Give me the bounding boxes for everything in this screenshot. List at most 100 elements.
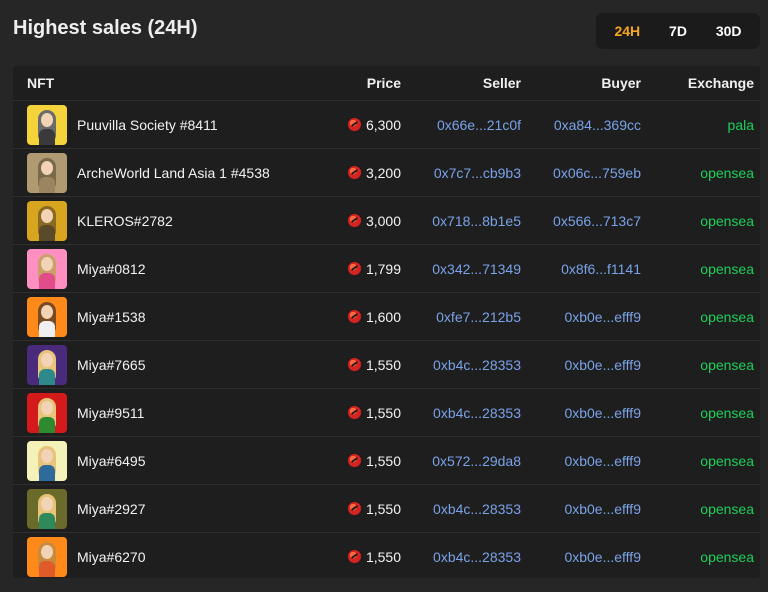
thumb-figure-head [41, 208, 53, 223]
buyer-address[interactable]: 0xb0e...efff9 [521, 501, 641, 517]
nft-thumbnail[interactable] [27, 440, 67, 481]
nft-name[interactable]: Miya#0812 [77, 261, 146, 277]
thumb-figure-head [41, 256, 53, 271]
thumb-figure-body [39, 128, 55, 145]
table-row[interactable]: KLEROS#2782 3,000 0x718...8b1e5 0x566...… [13, 197, 760, 245]
buyer-address[interactable]: 0x566...713c7 [521, 213, 641, 229]
token-icon [347, 310, 361, 323]
buyer-address[interactable]: 0xb0e...efff9 [521, 309, 641, 325]
seller-address[interactable]: 0x342...71349 [401, 261, 521, 277]
seller-address[interactable]: 0x66e...21c0f [401, 117, 521, 133]
thumb-figure-body [39, 512, 55, 529]
nft-cell: Miya#6270 [27, 536, 337, 577]
buyer-address[interactable]: 0xb0e...efff9 [521, 453, 641, 469]
nft-name[interactable]: Miya#7665 [77, 357, 146, 373]
column-header-price[interactable]: Price [337, 75, 401, 91]
thumb-figure-body [39, 272, 55, 289]
seller-address[interactable]: 0xb4c...28353 [401, 405, 521, 421]
nft-thumbnail[interactable] [27, 392, 67, 433]
exchange-name[interactable]: opensea [641, 261, 754, 277]
thumb-figure-head [41, 544, 53, 559]
page-title: Highest sales (24H) [13, 17, 198, 39]
exchange-name[interactable]: opensea [641, 501, 754, 517]
nft-thumbnail[interactable] [27, 488, 67, 529]
column-header-exchange[interactable]: Exchange [641, 75, 754, 91]
table-row[interactable]: Miya#6495 1,550 0x572...29da8 0xb0e...ef… [13, 437, 760, 485]
token-icon [347, 166, 361, 179]
buyer-address[interactable]: 0xb0e...efff9 [521, 405, 641, 421]
token-icon [347, 550, 361, 563]
column-header-seller[interactable]: Seller [401, 75, 521, 91]
table-header: NFT Price Seller Buyer Exchange [13, 66, 760, 101]
nft-name[interactable]: Miya#2927 [77, 501, 146, 517]
seller-address[interactable]: 0xb4c...28353 [401, 501, 521, 517]
nft-thumbnail[interactable] [27, 104, 67, 145]
sales-table: NFT Price Seller Buyer Exchange Puuvilla… [13, 66, 760, 578]
nft-name[interactable]: Miya#9511 [77, 405, 144, 421]
price-value: 1,550 [365, 452, 401, 469]
column-header-nft[interactable]: NFT [27, 75, 337, 91]
table-row[interactable]: Miya#9511 1,550 0xb4c...28353 0xb0e...ef… [13, 389, 760, 437]
buyer-address[interactable]: 0xb0e...efff9 [521, 549, 641, 565]
nft-cell: Miya#7665 [27, 344, 337, 385]
exchange-name[interactable]: opensea [641, 549, 754, 565]
nft-name[interactable]: KLEROS#2782 [77, 213, 173, 229]
buyer-address[interactable]: 0x8f6...f1141 [521, 261, 641, 277]
price-value: 1,550 [365, 548, 401, 565]
exchange-name[interactable]: opensea [641, 357, 754, 373]
seller-address[interactable]: 0xb4c...28353 [401, 357, 521, 373]
buyer-address[interactable]: 0x06c...759eb [521, 165, 641, 181]
buyer-address[interactable]: 0xb0e...efff9 [521, 357, 641, 373]
nft-name[interactable]: Miya#6270 [77, 549, 146, 565]
exchange-name[interactable]: opensea [641, 453, 754, 469]
table-row[interactable]: Miya#1538 1,600 0xfe7...212b5 0xb0e...ef… [13, 293, 760, 341]
thumb-figure-head [41, 160, 53, 175]
nft-thumbnail[interactable] [27, 152, 67, 193]
exchange-name[interactable]: opensea [641, 213, 754, 229]
table-row[interactable]: Miya#2927 1,550 0xb4c...28353 0xb0e...ef… [13, 485, 760, 533]
price-value: 3,000 [365, 212, 401, 229]
exchange-name[interactable]: opensea [641, 165, 754, 181]
seller-address[interactable]: 0x7c7...cb9b3 [401, 165, 521, 181]
table-row[interactable]: Miya#7665 1,550 0xb4c...28353 0xb0e...ef… [13, 341, 760, 389]
nft-name[interactable]: ArcheWorld Land Asia 1 #4538 [77, 165, 270, 181]
nft-name[interactable]: Puuvilla Society #8411 [77, 117, 218, 133]
nft-thumbnail[interactable] [27, 248, 67, 289]
price-value: 1,799 [365, 260, 401, 277]
tab-7d[interactable]: 7D [660, 17, 696, 45]
price-cell: 1,550 [337, 549, 401, 565]
exchange-name[interactable]: opensea [641, 309, 754, 325]
seller-address[interactable]: 0x718...8b1e5 [401, 213, 521, 229]
token-icon [347, 118, 361, 131]
table-row[interactable]: ArcheWorld Land Asia 1 #4538 3,200 0x7c7… [13, 149, 760, 197]
token-icon [347, 214, 361, 227]
nft-thumbnail[interactable] [27, 296, 67, 337]
nft-thumbnail[interactable] [27, 200, 67, 241]
nft-name[interactable]: Miya#6495 [77, 453, 146, 469]
nft-thumbnail[interactable] [27, 536, 67, 577]
seller-address[interactable]: 0xfe7...212b5 [401, 309, 521, 325]
exchange-name[interactable]: pala [641, 117, 754, 133]
price-cell: 1,550 [337, 501, 401, 517]
column-header-buyer[interactable]: Buyer [521, 75, 641, 91]
nft-name[interactable]: Miya#1538 [77, 309, 146, 325]
tab-30d[interactable]: 30D [707, 17, 751, 45]
thumb-figure-head [41, 448, 53, 463]
table-row[interactable]: Miya#0812 1,799 0x342...71349 0x8f6...f1… [13, 245, 760, 293]
seller-address[interactable]: 0xb4c...28353 [401, 549, 521, 565]
price-value: 1,550 [365, 404, 401, 421]
tab-24h[interactable]: 24H [605, 17, 649, 45]
nft-cell: Puuvilla Society #8411 [27, 104, 337, 145]
price-cell: 1,799 [337, 261, 401, 277]
nft-cell: KLEROS#2782 [27, 200, 337, 241]
table-row[interactable]: Miya#6270 1,550 0xb4c...28353 0xb0e...ef… [13, 533, 760, 580]
thumb-figure-body [39, 560, 55, 577]
table-row[interactable]: Puuvilla Society #8411 6,300 0x66e...21c… [13, 101, 760, 149]
seller-address[interactable]: 0x572...29da8 [401, 453, 521, 469]
thumb-figure-body [39, 320, 55, 337]
price-value: 1,550 [365, 500, 401, 517]
exchange-name[interactable]: opensea [641, 405, 754, 421]
time-range-tabs: 24H 7D 30D [596, 13, 760, 49]
nft-thumbnail[interactable] [27, 344, 67, 385]
buyer-address[interactable]: 0xa84...369cc [521, 117, 641, 133]
